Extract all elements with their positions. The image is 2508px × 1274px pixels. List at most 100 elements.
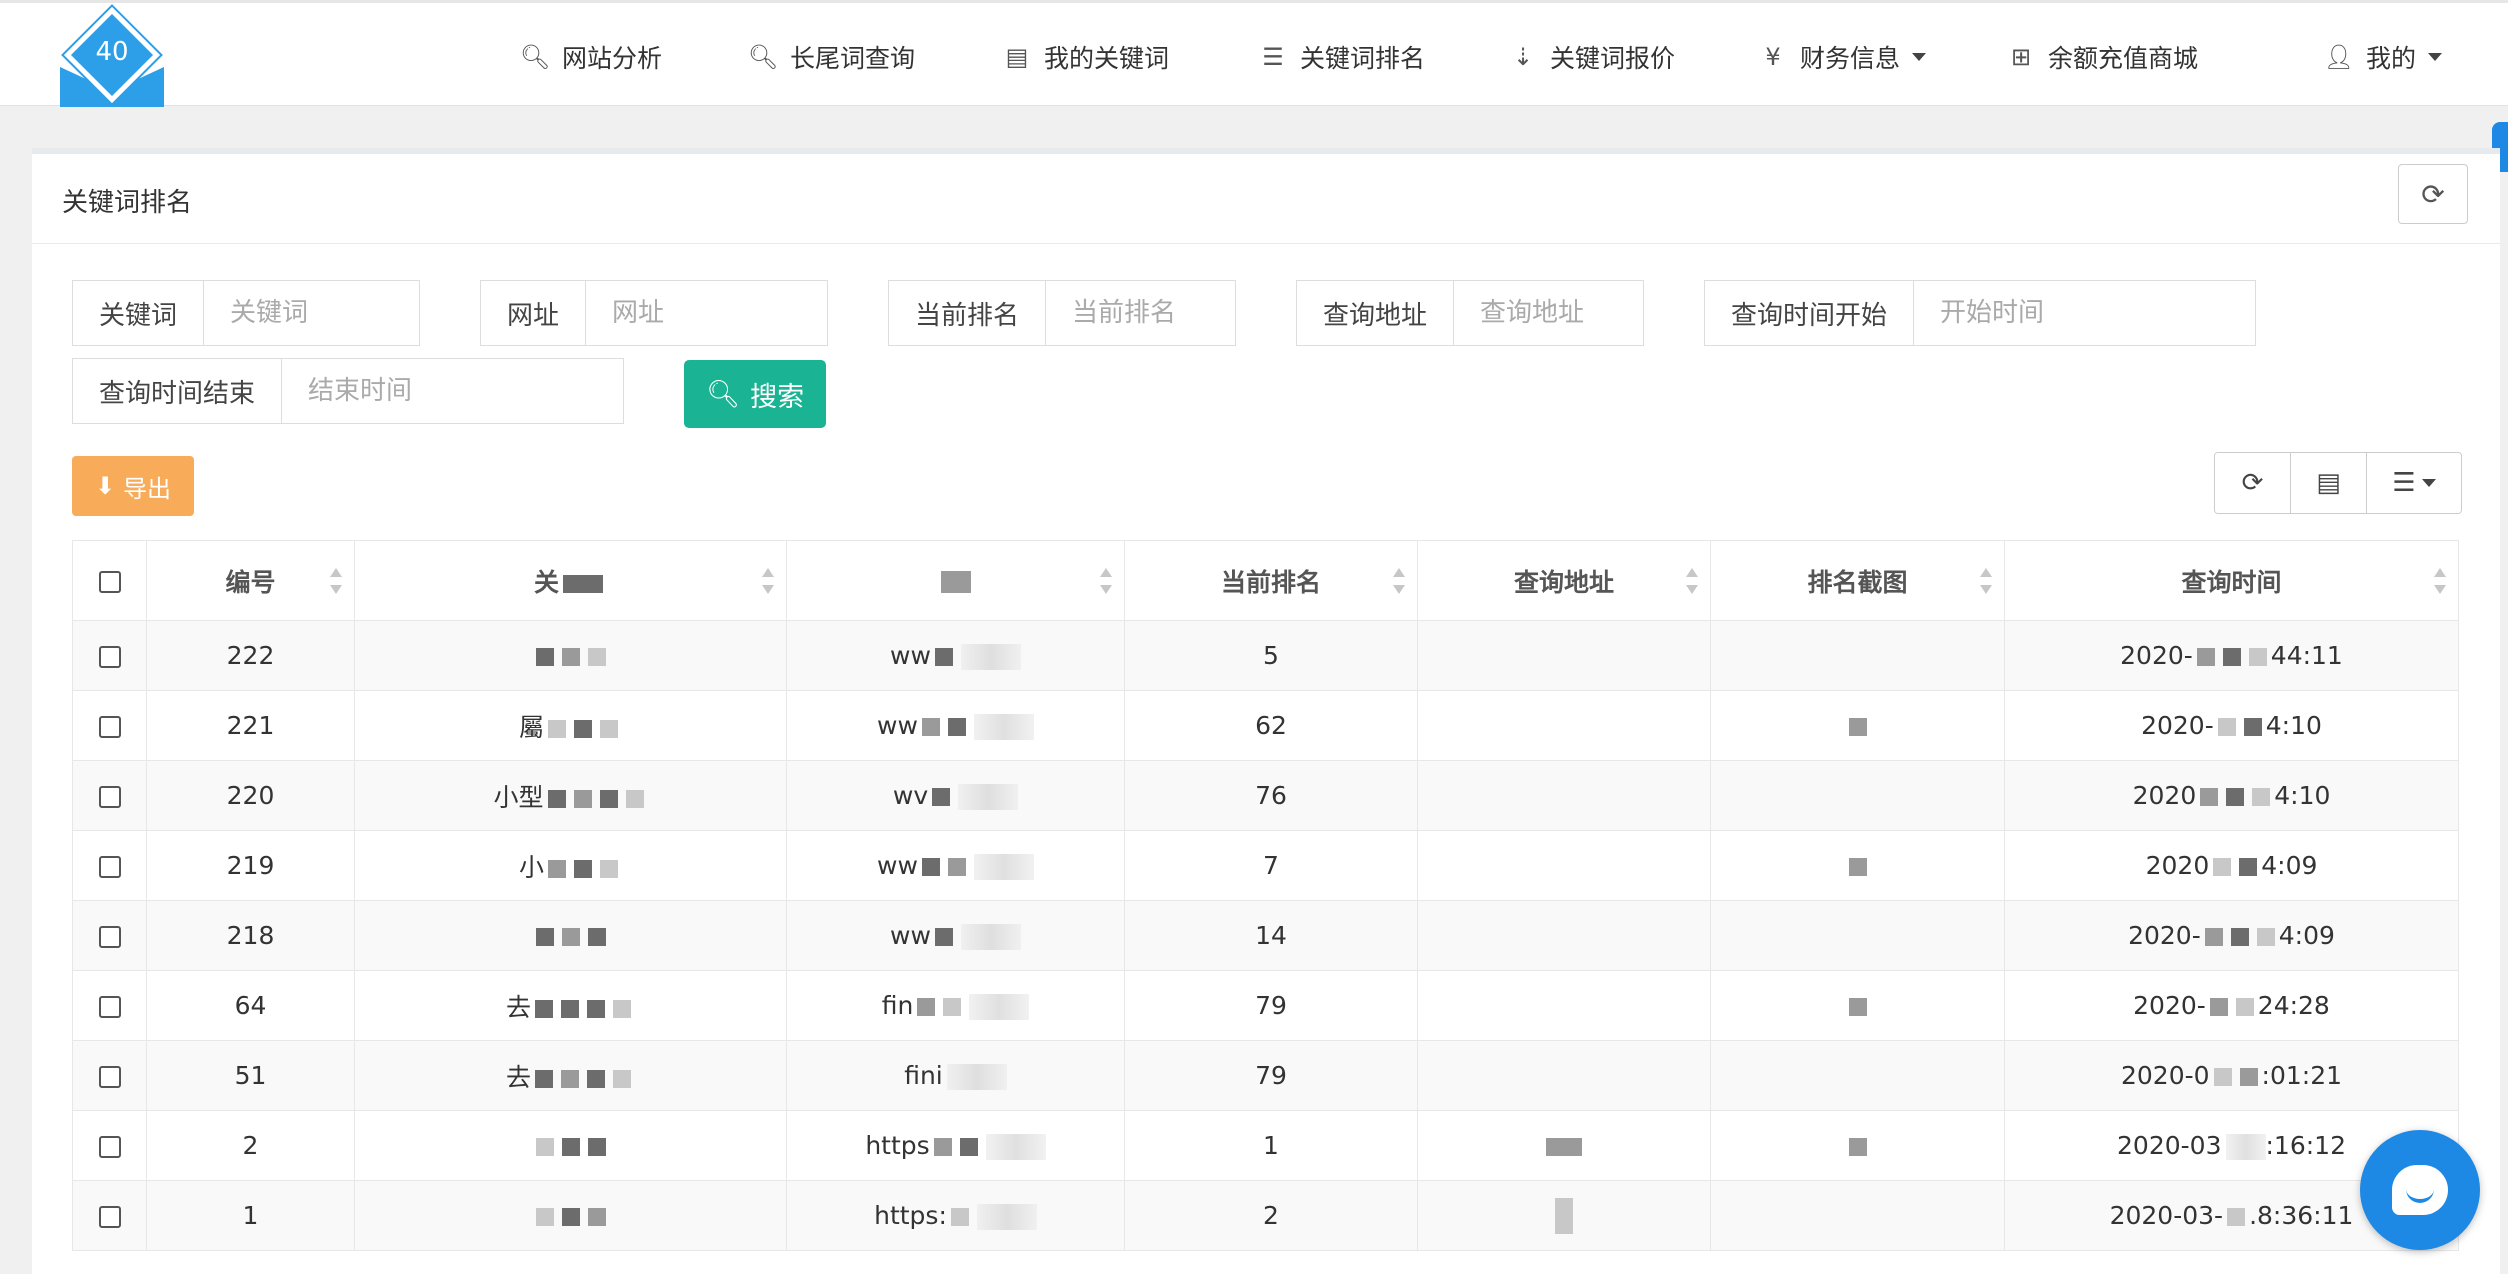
redaction-mask: [600, 859, 618, 878]
search-button[interactable]: 🔍︎ 搜索: [684, 360, 826, 428]
cell-text: 2020-: [2133, 991, 2206, 1020]
cell-screenshot[interactable]: [1710, 830, 2005, 901]
panel-refresh-button[interactable]: ⟳: [2398, 164, 2468, 224]
redaction-mask: [2222, 648, 2241, 666]
blur-mask: [2225, 1134, 2266, 1160]
row-checkbox[interactable]: [98, 996, 121, 1018]
column-header-id[interactable]: 编号: [146, 540, 355, 621]
rank-input[interactable]: [1046, 281, 1235, 345]
cell-screenshot[interactable]: [1710, 970, 2005, 1041]
sort-icon: [762, 568, 774, 594]
chat-widget-button[interactable]: [2360, 1130, 2480, 1250]
columns-dropdown-button[interactable]: ☰: [2367, 453, 2461, 513]
cell-text: 小: [518, 852, 544, 882]
screenshot-thumbnail[interactable]: [1848, 858, 1867, 876]
sort-numeric-icon: ⇣: [1512, 43, 1534, 71]
redaction-mask: [2213, 858, 2232, 876]
nav-user-dropdown[interactable]: 👤︎ 我的: [2322, 39, 2443, 75]
row-checkbox[interactable]: [98, 856, 121, 878]
nav-label: 长尾词查询: [790, 44, 916, 73]
logo-text: 40: [95, 37, 129, 67]
row-checkbox[interactable]: [98, 1066, 121, 1088]
sort-icon: [330, 568, 342, 594]
query-address-input[interactable]: [1454, 281, 1643, 345]
redaction-mask: [547, 789, 566, 808]
start-time-input[interactable]: [1914, 281, 2255, 345]
cell-screenshot[interactable]: [1710, 620, 2005, 691]
nav-recharge-mall[interactable]: ⊞ 余额充值商城: [2004, 39, 2198, 75]
blur-mask: [973, 854, 1034, 880]
caret-down-icon: [2428, 53, 2443, 61]
row-checkbox[interactable]: [98, 1206, 121, 1228]
cell-screenshot[interactable]: [1710, 1040, 2005, 1111]
filter-end-time: 查询时间结束: [72, 358, 624, 424]
cell-screenshot[interactable]: [1710, 1180, 2005, 1251]
cell-query-time: 2020- 44:11: [2004, 620, 2459, 691]
nav-finance-dropdown[interactable]: ¥ 财务信息: [1756, 39, 1927, 75]
list-alt-icon: ▤: [2316, 468, 2341, 498]
column-header-query-time[interactable]: 查询时间: [2004, 540, 2459, 621]
cell-rank: 14: [1124, 900, 1418, 971]
cell-query-address: [1417, 900, 1711, 971]
blur-mask: [960, 924, 1021, 950]
redaction-mask: [561, 928, 580, 946]
row-checkbox[interactable]: [98, 786, 121, 808]
select-all-checkbox[interactable]: [98, 571, 121, 593]
keyword-input[interactable]: [204, 281, 419, 345]
cell-screenshot[interactable]: [1710, 900, 2005, 971]
table-row[interactable]: 51 去 fini 79 2020-0:01:21: [72, 1040, 2459, 1111]
table-row[interactable]: 222 ww 5 2020- 44:11: [72, 620, 2459, 691]
redaction-mask: [587, 1138, 606, 1156]
table-row[interactable]: 221 屬 ww 62 2020- 4:10: [72, 690, 2459, 761]
export-button[interactable]: ⬇ 导出: [72, 456, 194, 516]
row-checkbox[interactable]: [98, 1136, 121, 1158]
logo[interactable]: 40: [60, 6, 164, 107]
table-row[interactable]: 220 小型 wv 76 2020 4:10: [72, 760, 2459, 831]
row-checkbox[interactable]: [98, 646, 121, 668]
nav-website-analysis[interactable]: 🔍︎ 网站分析: [518, 39, 662, 75]
cell-text: 4:10: [2265, 711, 2322, 740]
toggle-view-button[interactable]: ▤: [2291, 453, 2367, 513]
table-row[interactable]: 1 https: 2 2020-03- .8:36:11: [72, 1180, 2459, 1251]
redaction-mask: [561, 1138, 580, 1156]
row-checkbox[interactable]: [98, 716, 121, 738]
table-row[interactable]: 219 小 ww 7 2020 4:09: [72, 830, 2459, 901]
redaction-mask: [587, 648, 606, 666]
cell-screenshot[interactable]: [1710, 760, 2005, 831]
screenshot-thumbnail[interactable]: [1848, 718, 1867, 736]
cell-rank: 7: [1124, 830, 1418, 901]
table-refresh-button[interactable]: ⟳: [2215, 453, 2291, 513]
list-alt-icon: ▤: [1005, 43, 1029, 71]
screenshot-thumbnail[interactable]: [1848, 998, 1867, 1016]
nav-longtail-query[interactable]: 🔍︎ 长尾词查询: [746, 39, 915, 75]
column-header-label: 编号: [225, 567, 276, 597]
row-select-cell: [72, 760, 147, 831]
table-row[interactable]: 2 https 1 2020-03:16:12: [72, 1110, 2459, 1181]
cell-url: ww: [786, 690, 1125, 761]
column-header-rank[interactable]: 当前排名: [1124, 540, 1418, 621]
cell-text: 2020-03: [2117, 1131, 2222, 1160]
cell-text: https: [865, 1131, 930, 1160]
url-input[interactable]: [586, 281, 827, 345]
table-row[interactable]: 218 ww 14 2020- 4:09: [72, 900, 2459, 971]
cell-screenshot[interactable]: [1710, 690, 2005, 761]
row-checkbox[interactable]: [98, 926, 121, 948]
table-row[interactable]: 64 去 fin 79 2020- 24:28: [72, 970, 2459, 1041]
blur-mask: [985, 1134, 1046, 1160]
redaction-mask: [535, 1138, 554, 1156]
redaction-mask: [1555, 1197, 1573, 1234]
column-header-keyword[interactable]: 关: [354, 540, 787, 621]
nav-keyword-quote[interactable]: ⇣ 关键词报价: [1506, 39, 1675, 75]
nav-keyword-ranking[interactable]: ☰ 关键词排名: [1256, 39, 1425, 75]
cell-text: ww: [890, 921, 931, 950]
redaction-mask: [947, 858, 966, 876]
sort-icon: [1393, 568, 1405, 594]
cell-screenshot[interactable]: [1710, 1110, 2005, 1181]
column-header-screenshot[interactable]: 排名截图: [1710, 540, 2005, 621]
end-time-input[interactable]: [282, 359, 623, 423]
column-header-url[interactable]: [786, 540, 1125, 621]
column-header-query-address[interactable]: 查询地址: [1417, 540, 1711, 621]
nav-my-keywords[interactable]: ▤ 我的关键词: [1000, 39, 1169, 75]
screenshot-thumbnail[interactable]: [1848, 1138, 1867, 1156]
redaction-mask: [535, 999, 553, 1018]
